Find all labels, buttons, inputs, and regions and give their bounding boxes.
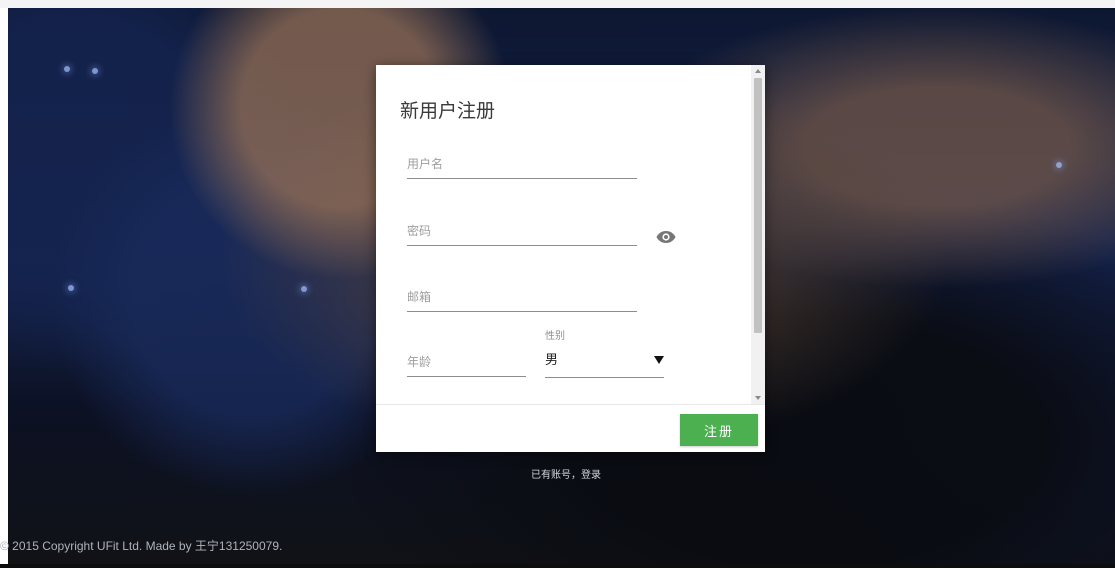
caret-down-icon bbox=[654, 356, 664, 364]
dialog-content: 新用户注册 性别 男 bbox=[376, 65, 765, 404]
username-field bbox=[407, 149, 637, 179]
email-field bbox=[407, 282, 637, 312]
age-input[interactable] bbox=[407, 347, 526, 376]
background-light bbox=[64, 66, 70, 72]
dialog-scrollbar[interactable] bbox=[751, 65, 765, 404]
gender-label: 性别 bbox=[545, 331, 565, 342]
background-light bbox=[68, 285, 74, 291]
eye-icon[interactable] bbox=[656, 230, 676, 244]
gender-selected-value: 男 bbox=[545, 353, 559, 368]
scroll-down-arrow[interactable] bbox=[755, 396, 761, 400]
background-light bbox=[301, 286, 307, 292]
background-light bbox=[92, 68, 98, 74]
browser-top-strip bbox=[0, 0, 1115, 8]
scrollbar-thumb[interactable] bbox=[754, 78, 762, 333]
scroll-up-arrow[interactable] bbox=[755, 69, 761, 73]
footer-copyright: © 2015 Copyright UFit Ltd. Made by 王宁131… bbox=[0, 539, 283, 553]
dialog-actions: 注册 bbox=[376, 404, 765, 452]
gender-select[interactable]: 男 bbox=[545, 345, 664, 378]
background-light bbox=[1056, 162, 1062, 168]
password-field bbox=[407, 216, 637, 246]
dialog-title: 新用户注册 bbox=[400, 100, 496, 122]
login-link[interactable]: 已有账号，登录 bbox=[531, 466, 601, 481]
email-input[interactable] bbox=[407, 282, 637, 311]
age-field bbox=[407, 347, 526, 377]
register-button[interactable]: 注册 bbox=[680, 414, 758, 446]
register-dialog: 新用户注册 性别 男 注册 bbox=[376, 65, 765, 452]
username-input[interactable] bbox=[407, 149, 637, 178]
bottom-strip bbox=[0, 564, 1115, 568]
password-input[interactable] bbox=[407, 216, 637, 245]
